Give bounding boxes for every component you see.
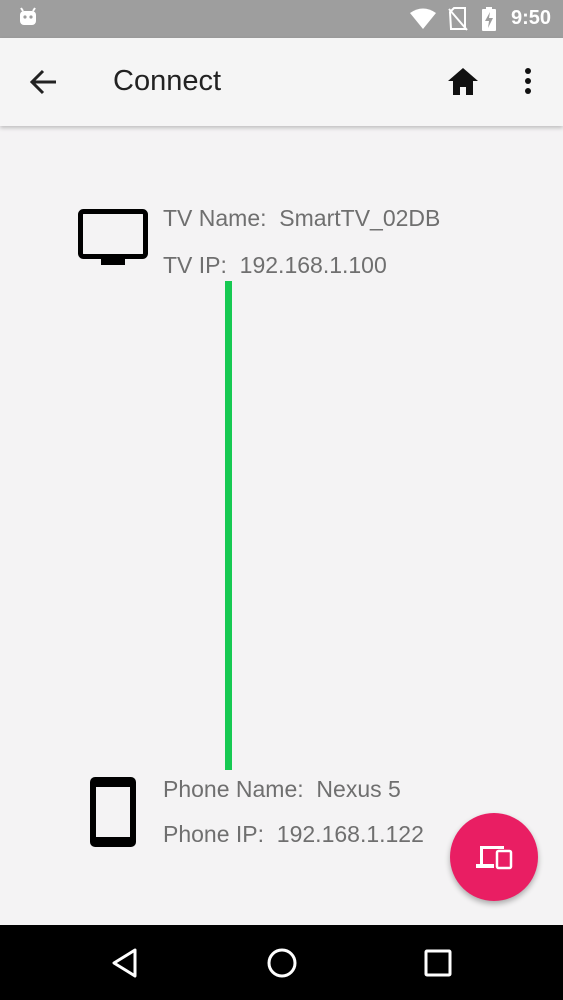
status-time: 9:50 xyxy=(510,7,551,29)
home-icon xyxy=(448,68,478,95)
nav-back-icon[interactable] xyxy=(108,946,142,985)
smartphone-icon xyxy=(90,777,136,852)
android-icon xyxy=(17,7,39,34)
nav-home-icon[interactable] xyxy=(264,945,300,986)
no-sim-icon xyxy=(448,7,468,36)
status-bar: 9:50 xyxy=(0,0,563,38)
page-title: Connect xyxy=(113,65,222,97)
phone-ip: Phone IP: 192.168.1.122 xyxy=(163,821,424,847)
tv-ip: TV IP: 192.168.1.100 xyxy=(163,252,387,278)
devices-icon xyxy=(476,846,513,870)
app-bar: Connect xyxy=(0,38,563,126)
arrow-back-icon xyxy=(29,69,56,95)
tv-icon xyxy=(78,209,148,272)
navigation-bar xyxy=(0,925,563,1000)
battery-charging-icon xyxy=(481,7,497,36)
tv-name: TV Name: SmartTV_02DB xyxy=(163,205,441,231)
back-button[interactable] xyxy=(22,60,66,104)
connection-line xyxy=(225,281,232,770)
screen: 9:50 Connect TV Name: SmartTV_02DB TV IP… xyxy=(0,0,563,1000)
more-vert-icon xyxy=(525,68,531,94)
nav-recents-icon[interactable] xyxy=(424,949,452,982)
phone-name: Phone Name: Nexus 5 xyxy=(163,776,401,802)
wifi-icon xyxy=(409,8,437,35)
more-options-button[interactable] xyxy=(513,62,543,102)
devices-fab-button[interactable] xyxy=(450,813,538,901)
home-button[interactable] xyxy=(443,62,483,102)
